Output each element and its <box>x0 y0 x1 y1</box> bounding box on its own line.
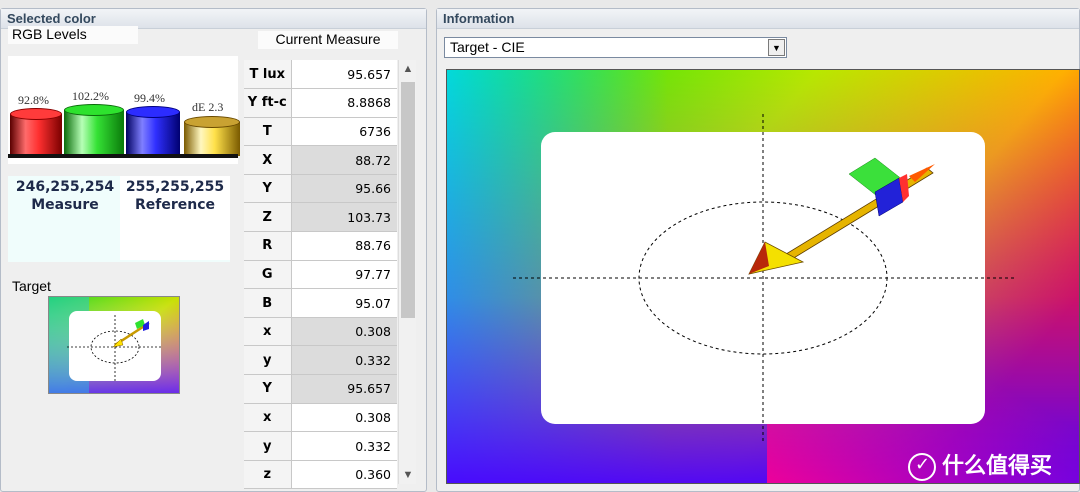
table-row: X 88.72 <box>244 145 397 175</box>
row-value: 0.308 <box>291 403 397 433</box>
scroll-thumb[interactable] <box>401 82 415 318</box>
measurement-table: T lux 95.657 Y ft-c 8.8868 T 6736 X 88.72 Y 95.66… <box>244 60 397 490</box>
table-row: x 0.308 <box>244 317 397 347</box>
measure-label: Measure <box>31 197 99 213</box>
table-row: Y 95.657 <box>244 374 397 404</box>
row-label: Y <box>244 174 292 204</box>
table-row: T lux 95.657 <box>244 60 397 90</box>
row-value: 6736 <box>291 117 397 147</box>
row-value: 0.360 <box>291 460 397 490</box>
table-row: T 6736 <box>244 117 397 147</box>
site-watermark: 什么值得买 <box>908 448 1052 481</box>
de-label: dE 2.3 <box>192 100 224 114</box>
rgb-levels-chart: 92.8% 102.2% 99.4% dE 2.3 <box>8 56 240 164</box>
current-measure-title: Current Measure <box>258 31 398 49</box>
info-view-select-value: Target - CIE <box>450 39 525 55</box>
target-thumbnail <box>48 296 180 394</box>
measure-column: 246,255,254 Measure <box>10 178 120 214</box>
green-level-label: 102.2% <box>72 89 109 103</box>
blue-level-label: 99.4% <box>134 91 165 105</box>
row-label: z <box>244 460 292 490</box>
checkmark-icon <box>908 453 936 481</box>
chevron-down-icon[interactable]: ▼ <box>768 39 785 56</box>
measurement-scrollbar[interactable]: ▲ ▼ <box>398 60 416 484</box>
table-row: y 0.332 <box>244 431 397 461</box>
row-label: G <box>244 260 292 290</box>
row-label: x <box>244 403 292 433</box>
scroll-up-icon[interactable]: ▲ <box>399 60 417 78</box>
table-row: Y 95.66 <box>244 174 397 204</box>
row-label: y <box>244 345 292 376</box>
row-value: 103.73 <box>291 202 397 233</box>
row-value: 97.77 <box>291 260 397 290</box>
measure-values: 246,255,254 <box>15 179 115 195</box>
row-value: 88.72 <box>291 145 397 175</box>
row-value: 8.8868 <box>291 88 397 118</box>
information-header: Information <box>437 9 1079 29</box>
red-level-bar <box>10 108 62 156</box>
row-value: 95.657 <box>291 60 397 90</box>
row-label: x <box>244 317 292 347</box>
watermark-text: 什么值得买 <box>942 454 1053 479</box>
row-value: 95.657 <box>291 374 397 404</box>
rgb-levels-label: RGB Levels <box>8 26 138 44</box>
row-label: y <box>244 431 292 461</box>
blue-level-bar <box>126 106 180 156</box>
row-label: X <box>244 145 292 175</box>
table-row: Y ft-c 8.8868 <box>244 88 397 118</box>
row-value: 0.332 <box>291 345 397 376</box>
green-level-bar <box>64 104 124 156</box>
de-level-bar <box>184 116 240 156</box>
target-label: Target <box>12 278 51 294</box>
row-value: 95.66 <box>291 174 397 204</box>
row-label: Z <box>244 202 292 233</box>
reference-label: Reference <box>134 197 216 213</box>
table-row: z 0.360 <box>244 460 397 490</box>
table-row: R 88.76 <box>244 231 397 261</box>
measure-reference-box: 246,255,254 Measure 255,255,255 Referenc… <box>8 176 230 262</box>
row-label: T <box>244 117 292 147</box>
table-row: Z 103.73 <box>244 202 397 233</box>
row-label: R <box>244 231 292 261</box>
row-value: 95.07 <box>291 288 397 318</box>
reference-values: 255,255,255 <box>125 179 225 195</box>
red-level-label: 92.8% <box>18 93 49 107</box>
cie-target-diagram <box>446 69 1080 484</box>
row-label: Y <box>244 374 292 404</box>
row-label: Y ft-c <box>244 88 292 118</box>
scroll-down-icon[interactable]: ▼ <box>399 466 417 484</box>
row-value: 0.308 <box>291 317 397 347</box>
row-value: 0.332 <box>291 431 397 461</box>
table-row: G 97.77 <box>244 260 397 290</box>
table-row: B 95.07 <box>244 288 397 318</box>
info-view-select[interactable]: Target - CIE ▼ <box>444 37 787 58</box>
row-label: T lux <box>244 60 292 90</box>
reference-column: 255,255,255 Reference <box>120 176 230 260</box>
bars-baseline <box>8 154 238 158</box>
row-label: B <box>244 288 292 318</box>
table-row: y 0.332 <box>244 345 397 376</box>
table-row: x 0.308 <box>244 403 397 433</box>
row-value: 88.76 <box>291 231 397 261</box>
